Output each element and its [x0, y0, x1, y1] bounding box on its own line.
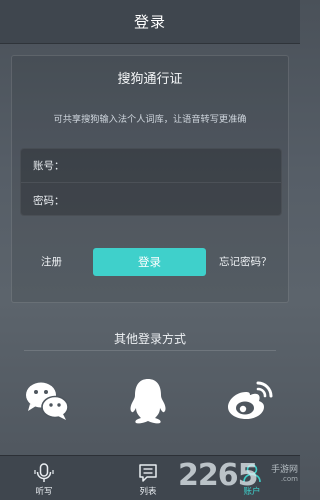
tab-label: 听写	[35, 487, 53, 497]
tab-list[interactable]: 列表	[118, 456, 178, 500]
watermark-url: .com	[280, 475, 298, 483]
wechat-icon	[26, 382, 69, 420]
password-row[interactable]: 密码：	[21, 183, 281, 217]
divider	[24, 350, 276, 351]
account-label: 账号：	[33, 160, 65, 172]
watermark-site-name: 手游网	[270, 465, 298, 475]
login-card: 搜狗通行证 可共享搜狗输入法个人词库，让语音转写更准确 账号： 密码： 注册 登…	[11, 55, 289, 303]
tab-dictation[interactable]: 听写	[14, 456, 74, 500]
password-input[interactable]	[66, 183, 281, 217]
list-icon	[139, 464, 157, 482]
page-title: 登录	[133, 13, 166, 31]
card-description: 可共享搜狗输入法个人词库，让语音转写更准确	[53, 114, 247, 125]
account-row[interactable]: 账号：	[21, 149, 281, 183]
password-label: 密码：	[33, 194, 65, 207]
weibo-icon	[228, 381, 273, 419]
wechat-login-button[interactable]	[20, 373, 76, 429]
login-button[interactable]: 登录	[93, 248, 206, 276]
card-title: 搜狗通行证	[117, 72, 183, 87]
other-login-label: 其他登录方式	[113, 332, 186, 346]
register-link[interactable]: 注册	[41, 254, 62, 269]
site-watermark: 2265 手游网 .com	[178, 458, 300, 500]
account-input[interactable]	[66, 149, 281, 182]
title-bar: 登录	[0, 0, 300, 44]
qq-login-button[interactable]	[120, 373, 176, 429]
login-form: 账号： 密码：	[20, 148, 282, 217]
tab-label: 列表	[139, 487, 157, 497]
forgot-password-link[interactable]: 忘记密码？	[219, 254, 272, 269]
microphone-icon	[34, 463, 54, 482]
watermark-number: 2265	[178, 458, 258, 493]
qq-icon	[130, 379, 166, 424]
weibo-login-button[interactable]	[222, 373, 278, 429]
